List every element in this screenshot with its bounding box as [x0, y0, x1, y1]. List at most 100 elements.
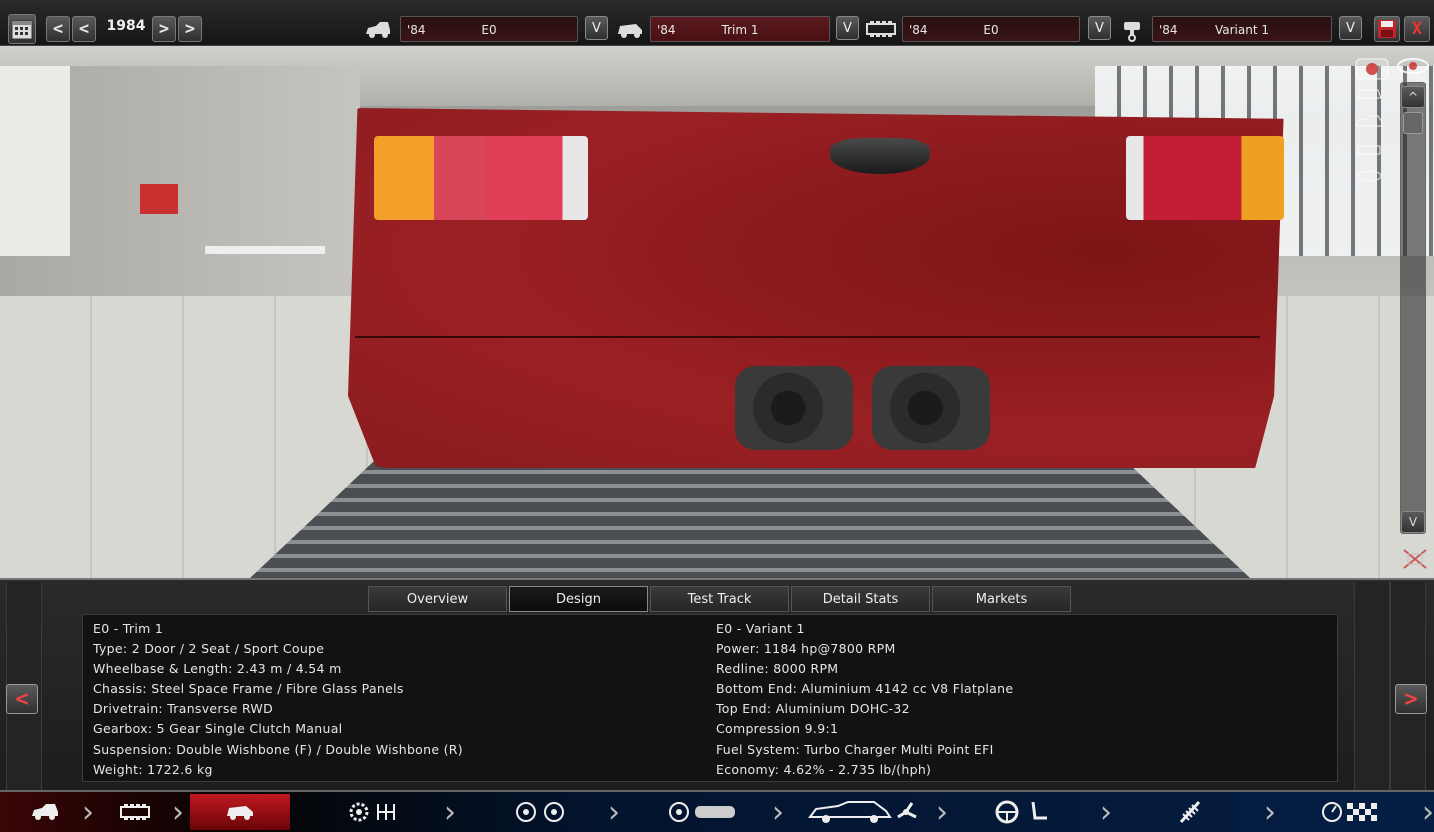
- year-forward-button[interactable]: >: [152, 16, 176, 42]
- wheels-icon: [516, 802, 564, 822]
- close-button[interactable]: X: [1404, 16, 1430, 42]
- engine-info-column: E0 - Variant 1 Power: 1184 hp@7800 RPM R…: [716, 619, 1013, 780]
- camera-record-icon[interactable]: [1355, 58, 1389, 80]
- test-track-icon: [1322, 802, 1377, 822]
- right-exhaust: [872, 366, 990, 450]
- zoom-up-button[interactable]: ^: [1401, 86, 1425, 108]
- variant-title: E0 - Variant 1: [716, 621, 805, 636]
- engine-variant-selector: '84 Variant 1 V: [1118, 14, 1368, 44]
- tab-test-track[interactable]: Test Track: [650, 586, 789, 612]
- chevron-right-icon: ›: [1100, 794, 1112, 830]
- nav-wheels-button[interactable]: [505, 794, 575, 830]
- chevron-right-icon: ›: [608, 794, 620, 830]
- info-fuel-system: Fuel System: Turbo Charger Multi Point E…: [716, 741, 994, 757]
- year-back-button[interactable]: <: [72, 16, 96, 42]
- nav-model-button[interactable]: [20, 794, 70, 830]
- trim-icon: [227, 806, 253, 820]
- info-weight: Weight: 1722.6 kg: [93, 761, 213, 777]
- info-tabs: Overview Design Test Track Detail Stats …: [368, 586, 1071, 612]
- chevron-right-icon: ›: [772, 794, 784, 830]
- trim-title: E0 - Trim 1: [93, 621, 164, 636]
- trim-info-column: E0 - Trim 1 Type: 2 Door / 2 Seat / Spor…: [93, 619, 463, 780]
- info-bottom-end: Bottom End: Aluminium 4142 cc V8 Flatpla…: [716, 681, 1014, 697]
- exit-sign: [140, 184, 178, 214]
- engine-family-dropdown-button[interactable]: V: [1088, 16, 1111, 40]
- chevron-right-icon: ›: [1422, 794, 1434, 830]
- year-display: 1984: [106, 18, 146, 34]
- eye-icon[interactable]: [1396, 56, 1430, 78]
- interior-icon: [995, 800, 1047, 824]
- trim-dropdown-button[interactable]: V: [836, 16, 859, 40]
- engine-family-field[interactable]: '84 E0: [902, 16, 1080, 42]
- info-type: Type: 2 Door / 2 Seat / Sport Coupe: [93, 641, 325, 657]
- info-drivetrain: Drivetrain: Transverse RWD: [93, 701, 274, 717]
- camera-zoom-scrollbar[interactable]: [1400, 82, 1426, 534]
- car-emblem: [830, 138, 930, 174]
- aero-car-icon: [807, 801, 917, 823]
- camera-rear-view-icon[interactable]: [1352, 142, 1386, 164]
- nav-trim-button[interactable]: [190, 794, 290, 830]
- nav-body-button[interactable]: [662, 794, 742, 830]
- car-model-icon: [32, 804, 58, 820]
- model-dropdown-button[interactable]: V: [585, 16, 608, 40]
- info-suspension: Suspension: Double Wishbone (F) / Double…: [93, 741, 463, 757]
- engine-family-selector: '84 E0 V: [866, 14, 1116, 44]
- workbench: [205, 246, 325, 254]
- right-rail-inner: [1354, 582, 1390, 790]
- car-body-crease: [355, 336, 1260, 338]
- calendar-icon[interactable]: [8, 14, 36, 44]
- year-forward-fast-button[interactable]: >: [178, 16, 202, 42]
- info-panel: Overview Design Test Track Detail Stats …: [0, 578, 1434, 790]
- chevron-right-icon: ›: [172, 794, 184, 830]
- trim-name: Trim 1: [721, 23, 759, 37]
- suspension-icon: [1179, 800, 1201, 824]
- chevron-right-icon: ›: [1264, 794, 1276, 830]
- gearbox-icon: [349, 802, 395, 822]
- chevron-right-icon: ›: [444, 794, 456, 830]
- info-redline: Redline: 8000 RPM: [716, 661, 839, 677]
- camera-front-view-icon[interactable]: [1352, 86, 1386, 108]
- zoom-scroll-thumb[interactable]: [1403, 112, 1423, 134]
- tab-design[interactable]: Design: [509, 586, 648, 612]
- engine-icon: [120, 804, 150, 820]
- nav-suspension-button[interactable]: [1165, 794, 1215, 830]
- save-icon[interactable]: [1374, 16, 1400, 42]
- piston-icon: [1120, 20, 1148, 42]
- engine-family-name: E0: [983, 23, 999, 37]
- engine-variant-name: Variant 1: [1214, 23, 1269, 37]
- nav-engine-family-button[interactable]: [110, 794, 160, 830]
- tab-markets[interactable]: Markets: [932, 586, 1071, 612]
- camera-side-view-icon[interactable]: [1352, 114, 1386, 136]
- model-name: E0: [481, 23, 497, 37]
- info-compression: Compression 9.9:1: [716, 721, 839, 737]
- info-gearbox: Gearbox: 5 Gear Single Clutch Manual: [93, 721, 343, 737]
- tab-overview[interactable]: Overview: [368, 586, 507, 612]
- nav-aero-button[interactable]: [805, 794, 920, 830]
- design-summary: E0 - Trim 1 Type: 2 Door / 2 Seat / Spor…: [82, 614, 1338, 782]
- car-model-icon: [364, 20, 392, 42]
- left-tail-light: [374, 136, 588, 220]
- zoom-down-button[interactable]: V: [1401, 511, 1425, 533]
- info-economy: Economy: 4.62% - 2.735 lb/(hph): [716, 761, 932, 777]
- year-back-fast-button[interactable]: <: [46, 16, 70, 42]
- model-selector: '84 E0 V: [362, 14, 612, 44]
- camera-top-view-icon[interactable]: [1352, 168, 1386, 190]
- no-camera-icon[interactable]: [1398, 546, 1432, 569]
- body-icon: [669, 802, 735, 822]
- design-stage-nav: › › › › › › › › ›: [0, 790, 1434, 832]
- nav-interior-button[interactable]: [990, 794, 1060, 830]
- info-top-end: Top End: Aluminium DOHC-32: [716, 701, 910, 717]
- car-3d-viewport[interactable]: ^ V: [0, 46, 1434, 578]
- engine-variant-dropdown-button[interactable]: V: [1339, 16, 1362, 40]
- nav-test-track-button[interactable]: [1320, 794, 1382, 830]
- trim-icon: [616, 20, 644, 42]
- panel-prev-button[interactable]: <: [6, 684, 38, 714]
- model-field[interactable]: '84 E0: [400, 16, 578, 42]
- tab-detail-stats[interactable]: Detail Stats: [791, 586, 930, 612]
- top-toolbar: < < 1984 > > '84 E0 V '84 Trim 1 V '84 E…: [0, 0, 1434, 46]
- nav-drivetrain-button[interactable]: [340, 794, 410, 830]
- engine-variant-field[interactable]: '84 Variant 1: [1152, 16, 1332, 42]
- trim-field[interactable]: '84 Trim 1: [650, 16, 830, 42]
- right-tail-light: [1126, 136, 1284, 220]
- panel-next-button[interactable]: >: [1395, 684, 1427, 714]
